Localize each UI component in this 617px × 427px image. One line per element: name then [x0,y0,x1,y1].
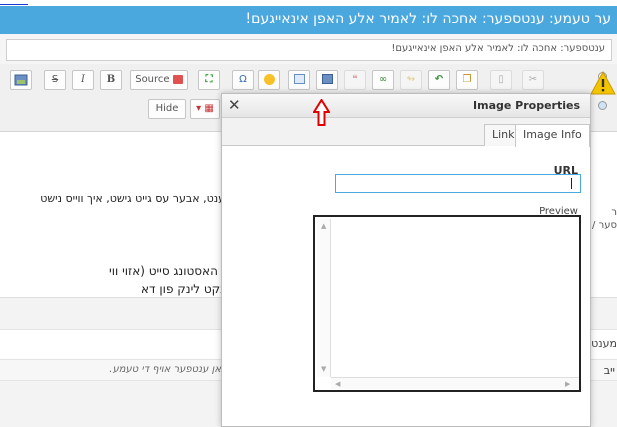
table-dropdown-icon[interactable]: ▾ ▦ [190,99,220,119]
image-icon[interactable] [10,70,32,90]
hide-button[interactable]: Hide [148,99,186,119]
annotation-arrow-icon [313,99,330,126]
paste-icon[interactable]: ❐ [456,70,478,90]
editor-line: נקט לינק פון דא [141,282,225,296]
bold-icon[interactable]: B [100,70,122,90]
title-bar: ער טעמע: ענטספער: אחכה לו: לאמיר אלע האפ… [0,6,617,34]
italic-icon[interactable]: I [72,70,94,90]
scroll-right-icon[interactable]: ▶ [565,380,570,388]
scroll-left-icon[interactable]: ◀ [335,380,340,388]
table-icon[interactable] [288,70,310,90]
link-icon[interactable]: ∞ [372,70,394,90]
reply-placeholder: אן ענטפער אויף די טעמע. [109,364,221,375]
top-link[interactable] [0,0,28,5]
source-label: Source [135,74,170,85]
reply-side: ייב [603,364,615,377]
horizontal-scrollbar[interactable]: ◀ ▶ [331,377,579,389]
text-caret [571,178,572,189]
lower-fragment: מענט [591,337,617,350]
vertical-scrollbar[interactable]: ▲ ▼ [317,219,331,377]
editor-line: ענט, אבער עס גייט גישט, איך ווייס נישט [40,192,225,205]
scroll-up-icon[interactable]: ▲ [321,222,326,230]
editor-line: ן האסטונג סייט (אזוי ווי [109,264,225,278]
tab-image-info[interactable]: Image Info [515,124,590,147]
source-button[interactable]: Source [130,70,188,90]
subject-value: ענטספער: אחכה לו: לאמיר אלע האפן אינאייג… [391,43,605,54]
dialog-titlebar[interactable]: ✕ Image Properties [222,94,590,118]
warning-icon [590,71,616,95]
dialog-title: Image Properties [473,99,580,112]
maximize-icon[interactable]: ⛶ [198,70,220,90]
page-title: ער טעמע: ענטספער: אחכה לו: לאמיר אלע האפ… [245,11,611,27]
side-fragment: ר [611,207,617,218]
unlink-icon[interactable]: ↬ [400,70,422,90]
side-fragment: סער / [592,220,617,231]
quote-icon[interactable]: ❝ [344,70,366,90]
scroll-down-icon[interactable]: ▼ [321,365,326,373]
radio-dot-2[interactable] [598,101,607,110]
smiley-icon[interactable] [258,70,280,90]
preview-box: ▲ ▼ ◀ ▶ [313,215,581,392]
image-insert-icon[interactable] [316,70,338,90]
source-icon [172,74,183,84]
copy-icon[interactable]: ▯ [490,70,512,90]
strike-icon[interactable]: S [44,70,66,90]
cut-icon[interactable]: ✂ [522,70,544,90]
dialog-tabs: Link Image Info [222,118,590,147]
url-input[interactable] [335,174,581,193]
undo-icon[interactable]: ↶ [428,70,450,90]
image-properties-dialog: ✕ Image Properties Link Image Info URL P… [221,93,591,427]
close-icon[interactable]: ✕ [228,96,241,114]
omega-icon[interactable]: Ω [232,70,254,90]
